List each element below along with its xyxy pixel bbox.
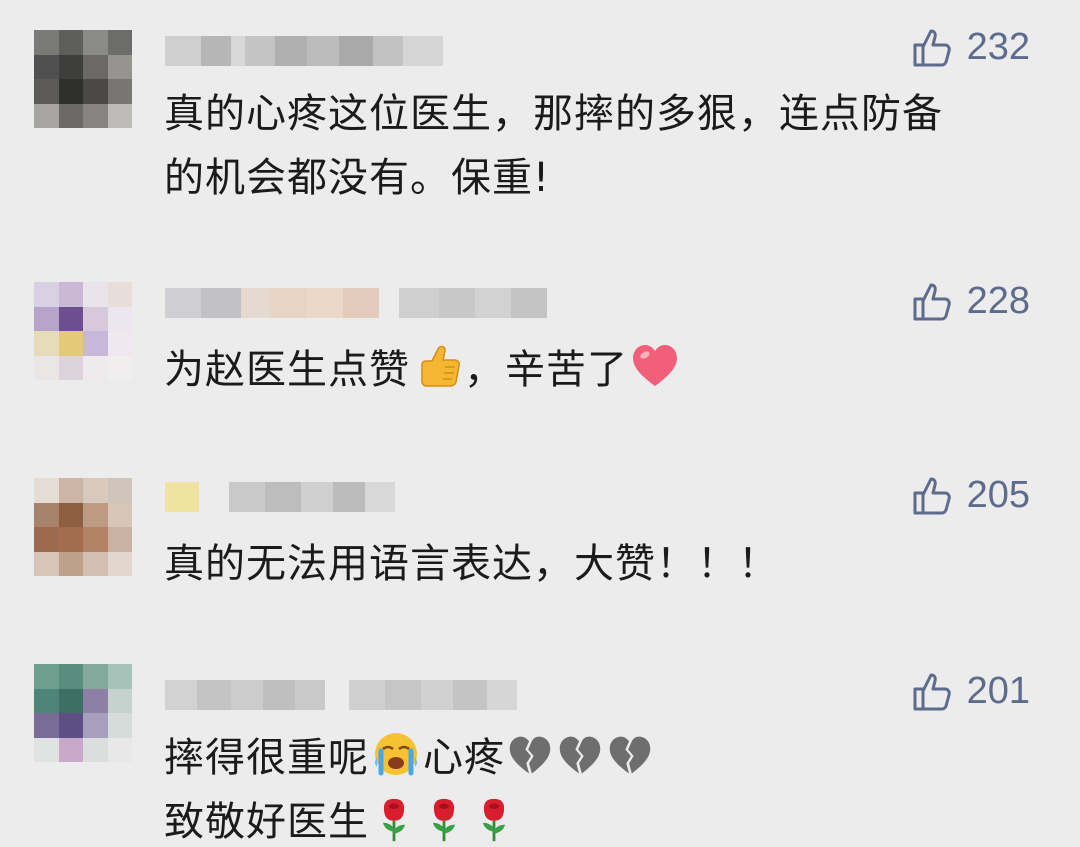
thumbs-up-outline-icon	[913, 283, 951, 320]
username-blurred[interactable]	[165, 482, 395, 512]
comment-text: 摔得很重呢 心疼 致敬好医生	[164, 726, 1020, 847]
thumbs-up-icon	[421, 345, 460, 387]
like-button[interactable]: 205	[911, 474, 1030, 517]
broken-heart-icon	[509, 736, 551, 774]
comment-list: 232 真的心疼这位医生，那摔的多狠，连点防备 的机会都没有。保重! 228 为…	[0, 0, 1080, 847]
red-heart-icon	[633, 345, 677, 386]
like-button[interactable]: 228	[911, 280, 1030, 323]
thumbs-up-outline-icon	[913, 29, 951, 66]
broken-heart-icon	[609, 736, 651, 774]
like-button[interactable]: 232	[911, 26, 1030, 69]
thumbs-up-outline-icon	[913, 477, 951, 514]
username-blurred[interactable]	[165, 36, 443, 66]
like-count: 232	[966, 26, 1030, 68]
username-blurred[interactable]	[165, 680, 517, 710]
comment-text: 真的心疼这位医生，那摔的多狠，连点防备 的机会都没有。保重!	[164, 91, 943, 201]
rose-icon	[382, 798, 406, 842]
rose-icon	[482, 798, 506, 842]
like-button[interactable]: 201	[911, 670, 1030, 713]
avatar[interactable]	[34, 478, 132, 576]
avatar[interactable]	[34, 282, 132, 380]
loudly-crying-icon	[375, 733, 417, 776]
comment-text: 真的无法用语言表达，大赞！！！	[164, 541, 779, 587]
like-count: 205	[966, 474, 1030, 516]
like-count: 201	[966, 670, 1030, 712]
rose-icon	[432, 798, 456, 842]
like-count: 228	[966, 280, 1030, 322]
thumbs-up-outline-icon	[913, 673, 951, 710]
username-blurred[interactable]	[165, 288, 547, 318]
comment-text: 为赵医生点赞 ，辛苦了	[164, 338, 1020, 402]
avatar[interactable]	[34, 664, 132, 762]
avatar[interactable]	[34, 30, 132, 128]
broken-heart-icon	[559, 736, 601, 774]
